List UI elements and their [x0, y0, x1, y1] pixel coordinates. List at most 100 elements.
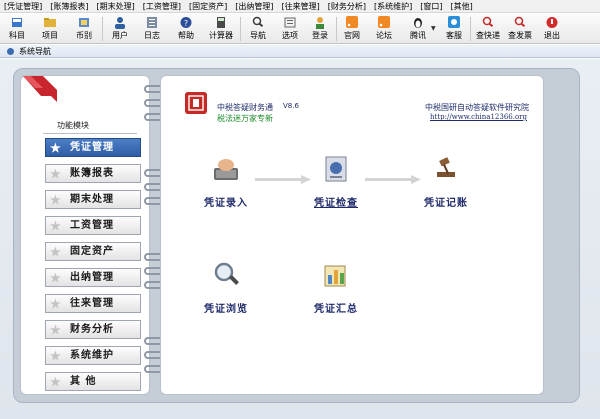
toolbar: 科目 项目 币别 用户 日志 ? 帮助 计算器 导航 选项 登录 官网 论坛 腾…	[0, 14, 600, 44]
star-icon: ★	[50, 349, 61, 363]
menu-cashier[interactable]: [出纳管理]	[231, 0, 277, 12]
coin-icon	[79, 18, 89, 27]
chevron-down-icon[interactable]: ▼	[431, 25, 436, 32]
sidebar-item-label: 往来管理	[70, 298, 114, 309]
currency-label: 币别	[76, 31, 92, 40]
service-button[interactable]: 客服	[440, 16, 468, 43]
menu-period-end[interactable]: [期末处理]	[93, 0, 139, 12]
service-label: 客服	[446, 31, 462, 40]
help-button[interactable]: ? 帮助	[172, 16, 200, 43]
options-button[interactable]: 选项	[276, 16, 304, 43]
sidebar-item-label: 固定资产	[70, 246, 114, 257]
menu-financial-analysis[interactable]: [财务分析]	[324, 0, 370, 12]
star-icon: ★	[50, 271, 61, 285]
options-label: 选项	[282, 31, 298, 40]
calculator-button[interactable]: 计算器	[204, 16, 238, 43]
rss-icon	[346, 16, 358, 28]
menu-ledger-reports[interactable]: [账簿报表]	[46, 0, 92, 12]
voucher-summary-button[interactable]: 凭证汇总	[301, 260, 371, 315]
log-icon	[147, 17, 157, 28]
voucher-entry-button[interactable]: 凭证录入	[191, 154, 261, 209]
rss-icon	[378, 16, 390, 28]
voucher-posting-button[interactable]: 凭证记账	[411, 154, 481, 209]
exit-icon	[546, 17, 558, 28]
menu-system-maintenance[interactable]: [系统维护]	[370, 0, 416, 12]
sidebar-item-voucher[interactable]: ★ 凭证管理	[45, 138, 141, 157]
currency-button[interactable]: 币别	[70, 16, 98, 43]
search-icon	[252, 16, 264, 28]
project-label: 项目	[42, 31, 58, 40]
app-logo-icon	[185, 92, 207, 114]
subject-button[interactable]: 科目	[3, 16, 31, 43]
project-button[interactable]: 项目	[36, 16, 64, 43]
query-express-label: 查快递	[476, 31, 500, 40]
voucher-check-label: 凭证检查	[314, 198, 358, 209]
book-icon	[12, 18, 22, 27]
org-url-link[interactable]: http://www.china12366.org	[430, 113, 527, 121]
tencent-button[interactable]: 腾讯	[404, 16, 432, 43]
sidebar-item-system-maintenance[interactable]: ★ 系统维护	[45, 346, 141, 365]
star-icon: ★	[50, 141, 61, 155]
query-invoice-button[interactable]: 查发票	[504, 16, 536, 43]
user-button[interactable]: 用户	[106, 16, 134, 43]
forum-label: 论坛	[376, 31, 392, 40]
website-button[interactable]: 官网	[338, 16, 366, 43]
log-button[interactable]: 日志	[138, 16, 166, 43]
module-title: 功能模块	[57, 121, 89, 130]
magnifier-icon	[214, 262, 239, 285]
voucher-check-button[interactable]: 凭证检查	[301, 154, 371, 209]
star-icon: ★	[50, 323, 61, 337]
menu-window[interactable]: [窗口]	[416, 0, 446, 12]
penguin-icon	[414, 18, 422, 28]
menu-receivables[interactable]: [往来管理]	[278, 0, 324, 12]
sidebar-item-other[interactable]: ★ 其 他	[45, 372, 141, 391]
subject-label: 科目	[9, 31, 25, 40]
calculator-icon	[217, 17, 225, 28]
sidebar-item-period-end[interactable]: ★ 期末处理	[45, 190, 141, 209]
menu-bar: [凭证管理] [账簿报表] [期末处理] [工资管理] [固定资产] [出纳管理…	[0, 0, 600, 13]
magnifier-icon	[482, 16, 494, 28]
forum-button[interactable]: 论坛	[370, 16, 398, 43]
login-icon	[316, 17, 324, 29]
menu-payroll[interactable]: [工资管理]	[139, 0, 185, 12]
sidebar-item-cashier[interactable]: ★ 出纳管理	[45, 268, 141, 287]
sidebar-item-label: 账簿报表	[70, 168, 114, 179]
service-icon	[448, 16, 460, 28]
document-check-icon	[325, 156, 347, 182]
window-icon	[7, 48, 14, 55]
sidebar-item-label: 财务分析	[70, 324, 114, 335]
nav-window-title: 系统导航	[19, 47, 51, 56]
module-panel: 功能模块 ★ 凭证管理 ★ 账簿报表 ★ 期末处理 ★ 工资管理 ★ 固定资产	[20, 75, 150, 395]
voucher-summary-label: 凭证汇总	[314, 304, 358, 315]
options-icon	[284, 17, 296, 28]
toolbar-separator	[470, 17, 471, 41]
menu-other[interactable]: [其他]	[447, 0, 477, 12]
menu-fixed-assets[interactable]: [固定资产]	[185, 0, 231, 12]
sidebar-item-receivables[interactable]: ★ 往来管理	[45, 294, 141, 313]
function-panel: 中税答疑财务通 V8.6 税法迷万家专新 中税国研自动答疑软件研究院 http:…	[160, 75, 544, 395]
menu-voucher[interactable]: [凭证管理]	[0, 0, 46, 12]
sidebar-item-financial-analysis[interactable]: ★ 财务分析	[45, 320, 141, 339]
exit-button[interactable]: 退出	[538, 16, 566, 43]
voucher-browse-label: 凭证浏览	[204, 304, 248, 315]
login-button[interactable]: 登录	[306, 16, 334, 43]
sidebar-item-ledger-reports[interactable]: ★ 账簿报表	[45, 164, 141, 183]
app-slogan: 税法迷万家专新	[217, 114, 273, 123]
voucher-browse-button[interactable]: 凭证浏览	[191, 260, 261, 315]
website-label: 官网	[344, 31, 360, 40]
folder-icon	[44, 18, 56, 27]
sidebar-item-label: 工资管理	[70, 220, 114, 231]
binder: 功能模块 ★ 凭证管理 ★ 账簿报表 ★ 期末处理 ★ 工资管理 ★ 固定资产	[13, 68, 580, 403]
log-label: 日志	[144, 31, 160, 40]
navigate-button[interactable]: 导航	[244, 16, 272, 43]
star-icon: ★	[50, 245, 61, 259]
voucher-posting-label: 凭证记账	[424, 198, 468, 209]
user-label: 用户	[112, 31, 128, 40]
keyboard-hand-icon	[214, 159, 238, 180]
sidebar-item-fixed-assets[interactable]: ★ 固定资产	[45, 242, 141, 261]
query-express-button[interactable]: 查快递	[472, 16, 504, 43]
sidebar-item-label: 出纳管理	[70, 272, 114, 283]
toolbar-separator	[240, 17, 241, 41]
toolbar-separator	[102, 17, 103, 41]
sidebar-item-payroll[interactable]: ★ 工资管理	[45, 216, 141, 235]
